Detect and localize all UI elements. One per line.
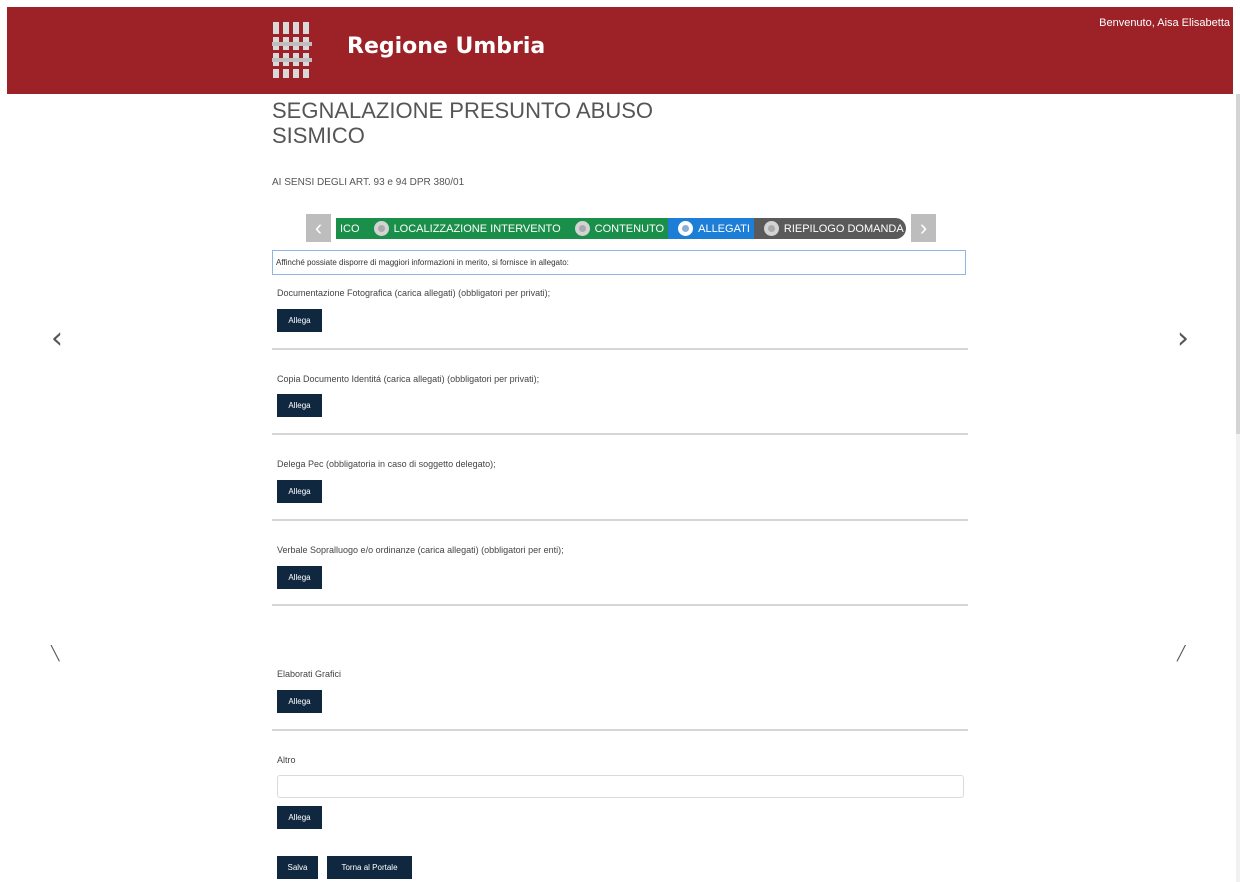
torna-al-portale-button[interactable]: Torna al Portale <box>327 856 412 879</box>
step-riepilogo-domanda[interactable]: RIEPILOGO DOMANDA <box>753 218 906 239</box>
step-status-icon <box>678 221 694 236</box>
step-anagrafica[interactable]: ICO <box>336 218 364 239</box>
header-bar: Regione Umbria Benvenuto, Aisa Elisabett… <box>7 7 1233 94</box>
section-label-delega-pec: Delega Pec (obbligatoria in caso di sogg… <box>277 459 496 469</box>
allega-button-verbale-sopralluogo[interactable]: Allega <box>277 566 322 589</box>
section-label-documentazione-fotografica: Documentazione Fotografica (carica alleg… <box>277 288 551 298</box>
page-scrollbar[interactable] <box>1236 94 1240 882</box>
salva-button[interactable]: Salva <box>277 856 318 879</box>
step-label: ICO <box>340 222 360 235</box>
scrollbar-thumb[interactable] <box>1236 94 1240 434</box>
section-label-copia-documento-identita: Copia Documento Identitá (carica allegat… <box>277 374 540 384</box>
chevron-right-icon: › <box>919 215 928 240</box>
chevron-left-icon: ‹ <box>314 215 323 240</box>
brand-title: Regione Umbria <box>347 34 546 59</box>
section-label-elaborati-grafici: Elaborati Grafici <box>277 669 342 679</box>
chevron-right-icon[interactable]: › <box>1177 322 1189 356</box>
step-contenuto[interactable]: CONTENUTO <box>564 218 669 239</box>
step-status-icon <box>763 221 779 236</box>
step-label: ALLEGATI <box>698 222 750 235</box>
section-divider <box>272 519 968 521</box>
step-label: CONTENUTO <box>594 222 665 235</box>
info-message: Affinché possiate disporre di maggiori i… <box>272 250 966 275</box>
section-divider <box>272 729 968 731</box>
page-subtitle: AI SENSI DEGLI ART. 93 e 94 DPR 380/01 <box>272 177 465 188</box>
allega-button-copia-documento-identita[interactable]: Allega <box>277 394 322 417</box>
stepper-next-button[interactable]: › <box>911 214 936 242</box>
section-label-verbale-sopralluogo: Verbale Sopralluogo e/o ordinanze (caric… <box>277 545 564 555</box>
chevron-left-icon[interactable]: ‹ <box>51 322 63 356</box>
altro-text-input[interactable] <box>277 775 964 798</box>
step-label: LOCALIZZAZIONE INTERVENTO <box>393 222 561 235</box>
step-status-icon <box>373 221 389 236</box>
allega-button-delega-pec[interactable]: Allega <box>277 480 322 503</box>
stepper-prev-button[interactable]: ‹ <box>306 214 331 242</box>
allega-button-documentazione-fotografica[interactable]: Allega <box>277 309 322 332</box>
allega-button-altro[interactable]: Allega <box>277 806 322 829</box>
section-divider <box>272 604 968 606</box>
chevron-right-fragment-icon: ╱ <box>1177 646 1186 662</box>
section-label-altro: Altro <box>277 755 296 765</box>
regione-umbria-logo-icon <box>272 22 316 78</box>
chevron-left-fragment-icon: ╲ <box>51 646 60 662</box>
step-allegati[interactable]: ALLEGATI <box>668 218 754 239</box>
step-status-icon <box>574 221 590 236</box>
section-divider <box>272 348 968 350</box>
welcome-user-text: Benvenuto, Aisa Elisabetta <box>1099 17 1230 29</box>
section-divider <box>272 433 968 435</box>
step-label: RIEPILOGO DOMANDA <box>783 222 904 235</box>
wizard-stepper: ICO LOCALIZZAZIONE INTERVENTO CONTENUTO … <box>336 218 906 239</box>
allega-button-elaborati-grafici[interactable]: Allega <box>277 690 322 713</box>
step-localizzazione-intervento[interactable]: LOCALIZZAZIONE INTERVENTO <box>363 218 565 239</box>
page-title: SEGNALAZIONE PRESUNTO ABUSO SISMICO <box>272 98 654 148</box>
